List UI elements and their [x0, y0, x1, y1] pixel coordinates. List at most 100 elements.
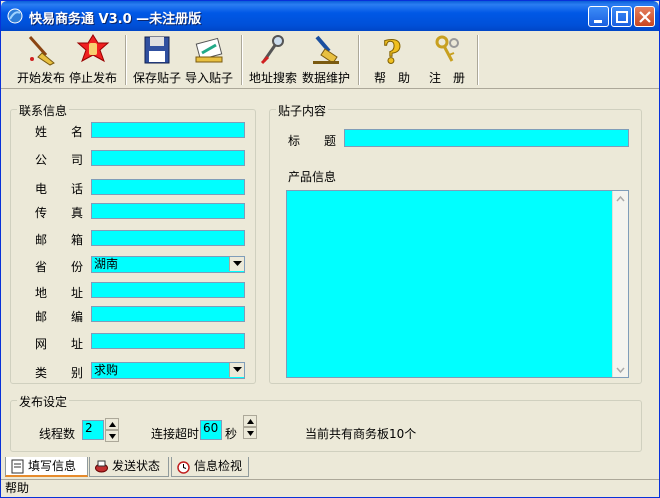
arrow-down-icon: [247, 431, 254, 436]
import-post-button[interactable]: 导入贴子: [183, 33, 235, 87]
svg-text:?: ?: [383, 33, 402, 67]
zipcode-input[interactable]: [91, 306, 245, 322]
import-icon: [195, 37, 223, 63]
toolbar-separator: [241, 35, 243, 85]
form-icon: [11, 459, 24, 474]
save-post-button[interactable]: 保存贴子: [131, 33, 183, 87]
data-maintain-label: 数据维护: [301, 71, 350, 85]
threads-spinner[interactable]: [105, 418, 119, 442]
register-label: 注 册: [428, 71, 465, 85]
alarm-clock-icon: [177, 461, 190, 474]
tab-fill-info[interactable]: 填写信息: [5, 457, 88, 477]
maximize-icon: [616, 11, 628, 23]
company-input[interactable]: [91, 150, 245, 166]
email-input[interactable]: [91, 230, 245, 246]
magnifier-icon: [260, 35, 284, 65]
address-search-button[interactable]: 地址搜索: [247, 33, 299, 87]
import-post-label: 导入贴子: [184, 71, 233, 85]
product-info-scrollbar[interactable]: [612, 191, 628, 377]
phone-input[interactable]: [91, 179, 245, 195]
title-bar[interactable]: 快易商务通 V3.0 —未注册版: [1, 1, 659, 31]
toolbar-separator: [358, 35, 360, 85]
threads-input[interactable]: 2: [82, 420, 104, 440]
zipcode-label: 邮 编: [35, 310, 84, 324]
province-value: 湖南: [94, 257, 119, 271]
chevron-down-icon: [233, 261, 242, 266]
question-icon: ?: [382, 33, 402, 67]
timeout-input[interactable]: 60: [200, 420, 222, 440]
product-info-textarea[interactable]: [286, 190, 629, 378]
close-icon: [639, 11, 651, 23]
province-select[interactable]: 湖南: [91, 256, 245, 273]
toolbar: 开始发布 停止发布 保存贴子 导入贴子 地址搜索 数据维护 ? 帮 助 注 册: [1, 31, 659, 89]
minimize-icon: [594, 20, 602, 23]
threads-down-button[interactable]: [105, 430, 119, 442]
phone-label: 电 话: [35, 182, 84, 196]
help-label: 帮 助: [373, 71, 410, 85]
save-post-label: 保存贴子: [132, 71, 181, 85]
close-button[interactable]: [634, 6, 655, 27]
maximize-button[interactable]: [611, 6, 632, 27]
category-select[interactable]: 求购: [91, 362, 245, 379]
fax-label: 传 真: [35, 206, 84, 220]
website-label: 网 址: [35, 337, 84, 351]
tab-send-status-label: 发送状态: [112, 459, 161, 473]
name-label: 姓 名: [35, 125, 84, 139]
window-title: 快易商务通 V3.0 —未注册版: [29, 12, 202, 27]
threads-up-button[interactable]: [105, 418, 119, 430]
register-button[interactable]: 注 册: [421, 33, 473, 87]
contact-info-title: 联系信息: [17, 102, 70, 119]
province-dropdown-button[interactable]: [229, 257, 244, 271]
stop-publish-button[interactable]: 停止发布: [67, 33, 119, 87]
company-label: 公 司: [35, 153, 84, 167]
app-window: 快易商务通 V3.0 —未注册版 开始发布 停止发布 保存贴子 导入贴子 地址搜…: [0, 0, 660, 498]
scroll-up-icon[interactable]: [613, 191, 628, 206]
start-publish-label: 开始发布: [16, 71, 65, 85]
help-button[interactable]: ? 帮 助: [367, 33, 417, 87]
scroll-down-icon[interactable]: [613, 362, 628, 377]
tab-fill-info-label: 填写信息: [28, 459, 77, 473]
tab-send-status[interactable]: 发送状态: [89, 457, 169, 477]
category-value: 求购: [94, 363, 119, 377]
product-info-label: 产品信息: [288, 170, 337, 184]
timeout-down-button[interactable]: [243, 427, 257, 439]
arrow-up-icon: [109, 422, 116, 427]
stop-publish-label: 停止发布: [68, 71, 117, 85]
address-search-label: 地址搜索: [248, 71, 297, 85]
send-icon: [95, 460, 108, 473]
keys-icon: [435, 35, 459, 62]
start-publish-button[interactable]: 开始发布: [15, 33, 67, 87]
fax-input[interactable]: [91, 203, 245, 219]
arrow-down-icon: [109, 434, 116, 439]
tab-info-review[interactable]: 信息检视: [171, 457, 249, 477]
timeout-spinner[interactable]: [243, 415, 257, 439]
address-label: 地 址: [35, 286, 84, 300]
broom-icon: [28, 36, 55, 66]
status-bar: 帮助: [1, 479, 659, 497]
province-label: 省 份: [35, 260, 84, 274]
email-label: 邮 箱: [35, 233, 84, 247]
minimize-button[interactable]: [588, 6, 609, 27]
chevron-down-icon: [233, 367, 242, 372]
data-brush-icon: [313, 35, 339, 64]
category-dropdown-button[interactable]: [229, 363, 244, 377]
toolbar-separator: [477, 35, 479, 85]
toolbar-separator: [125, 35, 127, 85]
stop-hand-icon: [76, 34, 110, 63]
status-text: 帮助: [5, 481, 30, 495]
board-count-text: 当前共有商务板10个: [305, 427, 417, 441]
floppy-disk-icon: [144, 36, 170, 64]
threads-label: 线程数: [39, 427, 76, 441]
post-title-input[interactable]: [344, 129, 629, 147]
timeout-up-button[interactable]: [243, 415, 257, 427]
app-logo-icon: [7, 8, 23, 24]
name-input[interactable]: [91, 122, 245, 138]
timeout-label: 连接超时: [151, 427, 200, 441]
data-maintain-button[interactable]: 数据维护: [300, 33, 352, 87]
publish-settings-title: 发布设定: [17, 393, 70, 410]
post-title-label: 标 题: [288, 134, 337, 148]
post-content-title: 贴子内容: [276, 102, 329, 119]
address-input[interactable]: [91, 282, 245, 298]
website-input[interactable]: [91, 333, 245, 349]
arrow-up-icon: [247, 419, 254, 424]
